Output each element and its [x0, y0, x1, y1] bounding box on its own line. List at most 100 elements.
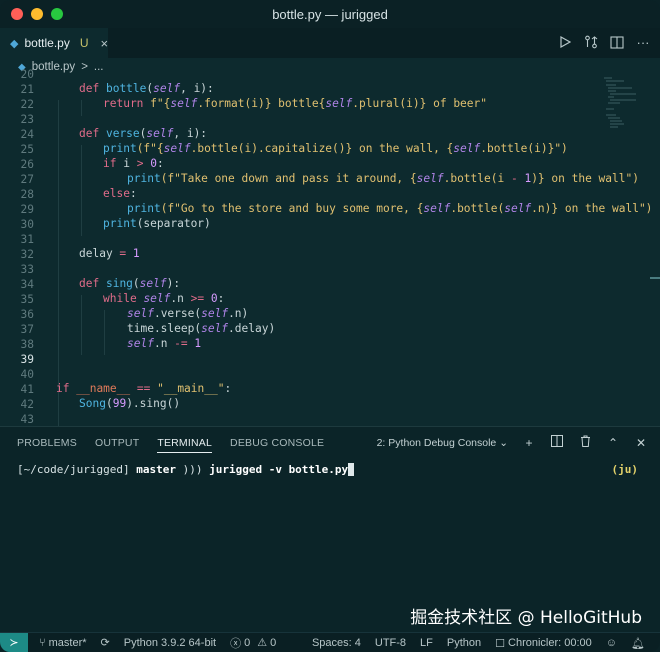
status-bar: ≻ ⑂ master* ⟳ Python 3.9.2 64-bit ⓧ 0 ⚠ 0 S… — [0, 632, 660, 652]
indent-guide — [58, 100, 59, 430]
code-line-30: print(separator) — [103, 217, 211, 230]
window-controls — [11, 8, 63, 20]
tab-problems[interactable]: PROBLEMS — [0, 427, 86, 459]
line-number: 41 — [20, 383, 34, 396]
line-number-row: 20 — [0, 67, 640, 82]
status-problems[interactable]: ⓧ 0 ⚠ 0 — [223, 635, 283, 651]
code-line-36: self.verse(self.n) — [127, 307, 249, 320]
tab-terminal[interactable]: TERMINAL — [148, 427, 221, 459]
terminal-arrows: ))) — [175, 463, 210, 476]
line-number-row: 33 — [0, 262, 640, 277]
terminal-select[interactable]: 2: Python Debug Console ⌄ — [377, 437, 508, 449]
line-number: 30 — [20, 218, 34, 231]
code-line-34: def sing(self): — [79, 277, 181, 290]
code-line-21: def bottle(self, i): — [79, 82, 214, 95]
scrollbar-marker[interactable] — [650, 277, 660, 279]
line-number: 27 — [20, 173, 34, 186]
status-language[interactable]: Python — [440, 637, 488, 649]
line-number: 36 — [20, 308, 34, 321]
terminal-prompt: [~/code/jurigged] — [17, 463, 137, 476]
sync-icon[interactable]: ⟳ — [94, 636, 117, 649]
line-number: 20 — [20, 68, 34, 81]
line-number: 42 — [20, 398, 34, 411]
git-branch-icon: ⑂ — [39, 636, 46, 649]
line-number: 21 — [20, 83, 34, 96]
status-branch[interactable]: ⑂ master* — [32, 637, 94, 649]
python-file-icon: ◆ — [10, 37, 19, 50]
add-terminal-icon[interactable]: + — [522, 436, 536, 450]
line-number: 38 — [20, 338, 34, 351]
line-number: 43 — [20, 413, 34, 426]
indent-guide — [81, 145, 82, 236]
code-line-24: def verse(self, i): — [79, 127, 208, 140]
line-number: 39 — [20, 353, 34, 366]
line-number: 22 — [20, 98, 34, 111]
line-number: 37 — [20, 323, 34, 336]
status-eol[interactable]: LF — [413, 637, 440, 649]
status-chronicler[interactable]: ☐ Chronicler: 00:00 — [488, 637, 599, 650]
maximize-panel-icon[interactable]: ⌃ — [606, 436, 620, 450]
close-tab-icon[interactable]: × — [101, 36, 109, 51]
tab-debug-console[interactable]: DEBUG CONSOLE — [221, 427, 333, 459]
terminal-branch: master — [136, 463, 176, 476]
line-number-row: 35 — [0, 292, 640, 307]
code-line-29: print(f"Go to the store and buy some mor… — [127, 202, 653, 215]
minimap[interactable] — [602, 76, 642, 136]
indent-guide — [81, 295, 82, 355]
error-icon: ⓧ — [230, 637, 242, 650]
run-icon[interactable] — [558, 34, 572, 50]
line-number-row: 36 — [0, 307, 640, 322]
bottom-panel: PROBLEMS OUTPUT TERMINAL DEBUG CONSOLE 2… — [0, 426, 660, 632]
open-changes-icon[interactable] — [584, 34, 598, 50]
code-line-32: delay = 1 — [79, 247, 140, 260]
line-number: 26 — [20, 158, 34, 171]
split-editor-icon[interactable] — [610, 34, 624, 50]
line-number: 31 — [20, 233, 34, 246]
line-number-row: 40 — [0, 367, 640, 382]
line-number: 29 — [20, 203, 34, 216]
split-terminal-icon[interactable] — [550, 435, 564, 450]
status-encoding[interactable]: UTF-8 — [368, 637, 413, 649]
close-window-button[interactable] — [11, 8, 23, 20]
tab-output[interactable]: OUTPUT — [86, 427, 148, 459]
untracked-badge: U — [79, 36, 89, 50]
status-indentation[interactable]: Spaces: 4 — [305, 637, 368, 649]
editor-actions: ··· — [558, 34, 650, 50]
square-icon: ☐ — [495, 637, 506, 650]
code-line-26: if i > 0: — [103, 157, 164, 170]
terminal-line[interactable]: [~/code/jurigged] master ))) jurigged -v… — [17, 463, 637, 476]
indent-guide — [104, 310, 105, 355]
code-line-38: self.n -= 1 — [127, 337, 202, 350]
line-number: 40 — [20, 368, 34, 381]
line-number-row: 28 — [0, 187, 640, 202]
maximize-window-button[interactable] — [51, 8, 63, 20]
more-actions-icon[interactable]: ··· — [636, 34, 650, 50]
indent-guide — [81, 100, 82, 116]
trash-icon[interactable] — [578, 435, 592, 450]
tab-bottle-py[interactable]: ◆ bottle.py U × — [0, 28, 108, 58]
code-line-35: while self.n >= 0: — [103, 292, 225, 305]
code-line-27: print(f"Take one down and pass it around… — [127, 172, 639, 185]
vscode-window: bottle.py — jurigged ◆ bottle.py U × ···… — [0, 0, 660, 652]
status-right-group: Spaces: 4 UTF-8 LF Python ☐ Chronicler: 0… — [305, 633, 652, 652]
close-panel-icon[interactable]: ✕ — [634, 436, 648, 450]
line-number-row: 43 — [0, 412, 640, 427]
terminal-command: jurigged -v bottle.py — [209, 463, 349, 476]
code-line-41: if __name__ == "__main__": — [56, 382, 232, 395]
line-number: 34 — [20, 278, 34, 291]
feedback-icon[interactable]: ☺ — [599, 637, 624, 649]
remote-indicator-icon[interactable]: ≻ — [0, 632, 28, 652]
line-number: 32 — [20, 248, 34, 261]
terminal-env-indicator: (ju) — [611, 463, 639, 476]
notifications-bell-icon[interactable]: 🔔︎ — [624, 637, 652, 650]
line-number: 33 — [20, 263, 34, 276]
line-number-row: 23 — [0, 112, 640, 127]
code-editor[interactable]: 20 21 22 23 24 25 26 27 28 29 30 31 32 33 34 35 36 37 38 39… — [0, 68, 660, 430]
tab-filename: bottle.py — [24, 36, 70, 50]
status-python-interpreter[interactable]: Python 3.9.2 64-bit — [117, 637, 223, 649]
line-number-row: 38 — [0, 337, 640, 352]
line-number: 28 — [20, 188, 34, 201]
window-title: bottle.py — jurigged — [272, 6, 388, 22]
minimize-window-button[interactable] — [31, 8, 43, 20]
code-line-22: return f"{self.format(i)} bottle{self.pl… — [103, 97, 487, 110]
